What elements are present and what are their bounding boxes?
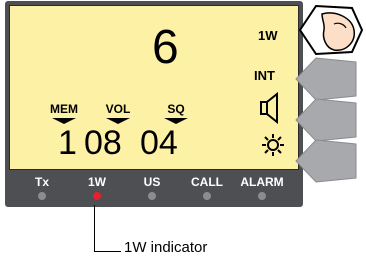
channel-number: 6 xyxy=(152,21,179,74)
power-mode-label: 1W xyxy=(258,28,278,43)
side-button-2[interactable] xyxy=(294,97,358,143)
led-tx xyxy=(38,192,46,200)
indicator-label-call: CALL xyxy=(191,175,223,189)
callout-leader-line xyxy=(94,205,121,252)
sq-value: 04 xyxy=(140,124,178,162)
led-alarm xyxy=(258,192,266,200)
callout-label: 1W indicator xyxy=(124,239,208,256)
side-button-1[interactable] xyxy=(294,56,358,102)
indicator-label-alarm: ALARM xyxy=(240,175,284,189)
lcd-display: 6 1W INT MEM VOL SQ 1 08 04 xyxy=(9,5,299,170)
sq-label: SQ xyxy=(167,102,185,116)
led-us xyxy=(148,192,156,200)
led-call xyxy=(203,192,211,200)
led-1w xyxy=(93,192,101,200)
indicator-label-us: US xyxy=(143,175,161,189)
mem-label: MEM xyxy=(50,102,78,116)
int-label: INT xyxy=(254,68,275,83)
vol-label: VOL xyxy=(105,102,131,116)
mem-value: 1 xyxy=(58,124,77,162)
finger-press-icon[interactable] xyxy=(292,0,366,60)
side-button-3[interactable] xyxy=(294,138,358,184)
speaker-icon xyxy=(260,92,278,124)
brightness-icon xyxy=(262,134,284,156)
indicator-label-tx: Tx xyxy=(34,175,49,189)
radio-device: 6 1W INT MEM VOL SQ 1 08 04 Tx 1W US CAL… xyxy=(5,1,303,207)
vol-value: 08 xyxy=(84,124,122,162)
indicator-label-1w: 1W xyxy=(88,175,106,189)
indicator-bar: Tx 1W US CALL ALARM xyxy=(9,173,299,205)
